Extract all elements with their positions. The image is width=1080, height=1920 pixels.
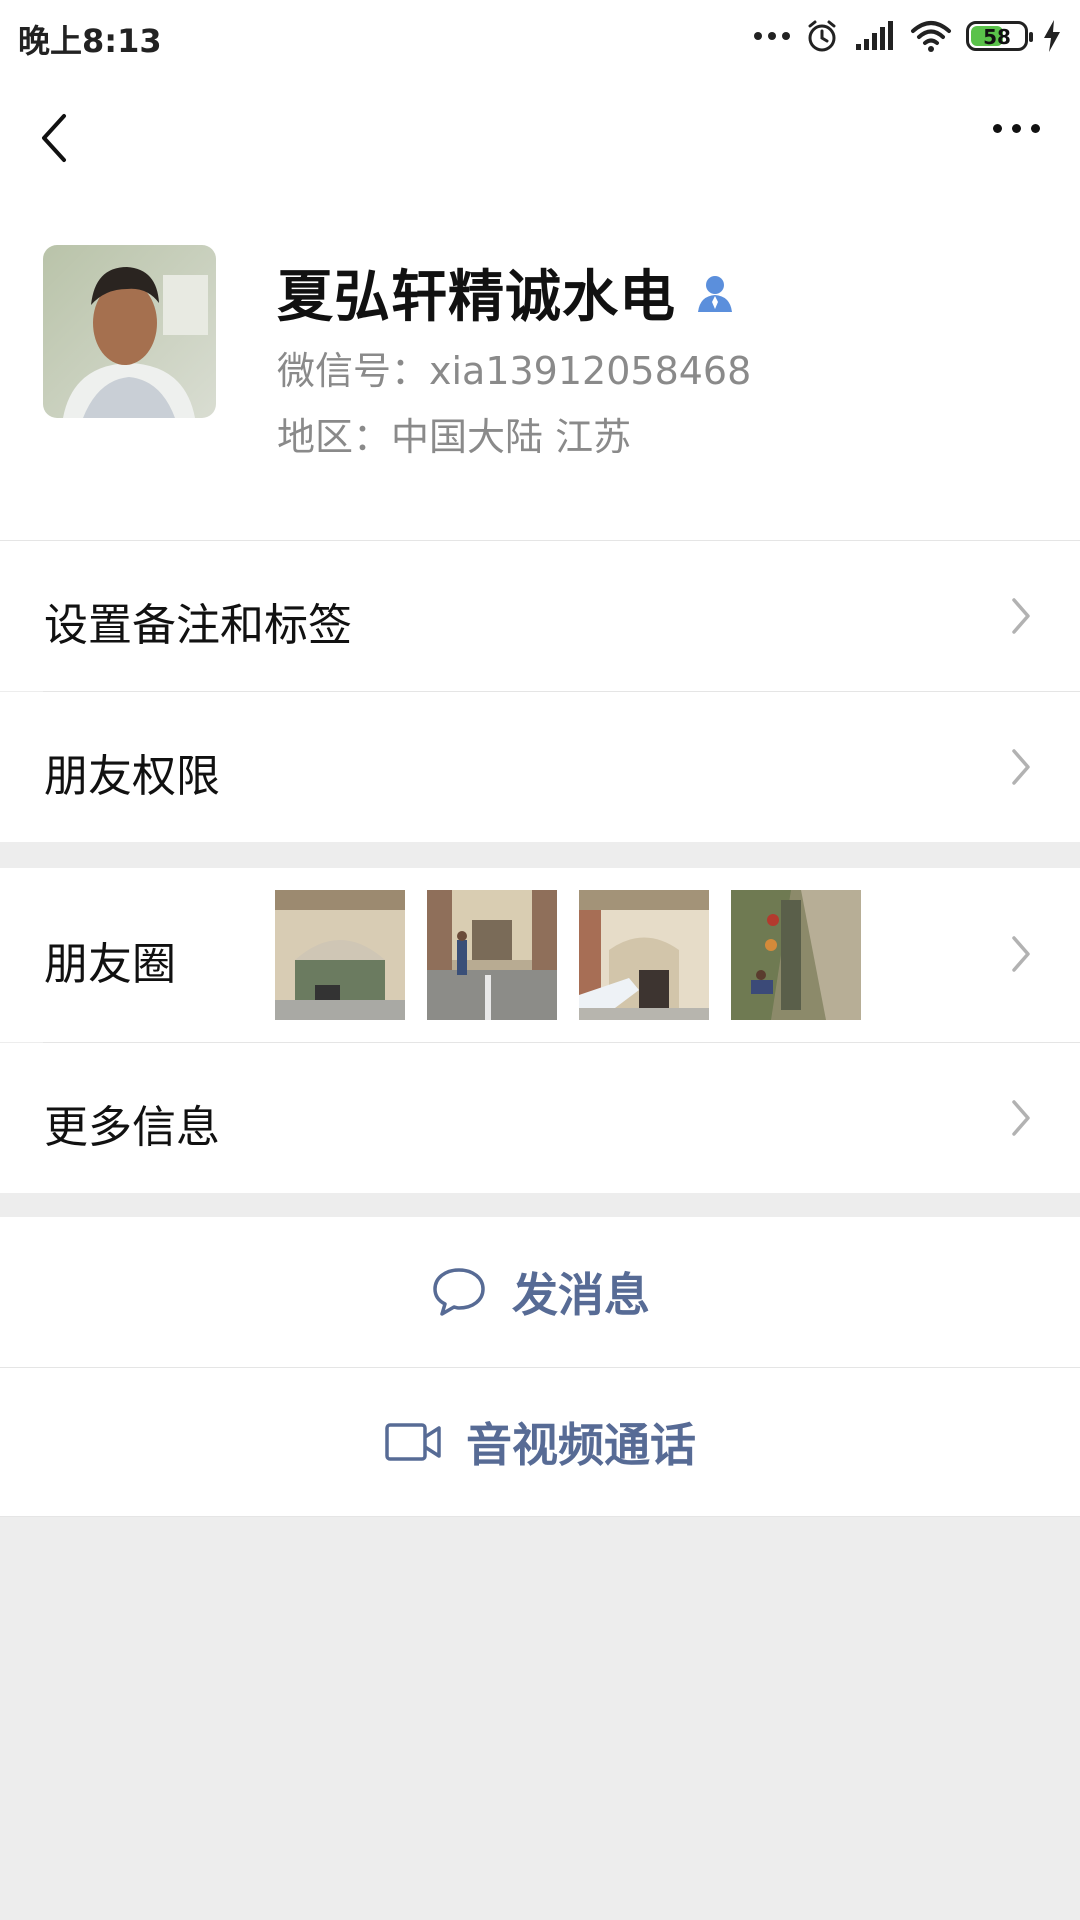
chevron-right-icon bbox=[1012, 598, 1030, 634]
wifi-icon bbox=[911, 21, 951, 52]
status-icons: 58 bbox=[754, 16, 1062, 56]
more-horizontal-icon[interactable] bbox=[993, 124, 1040, 133]
send-message-label: 发消息 bbox=[512, 1268, 650, 1322]
moments-photo[interactable] bbox=[275, 890, 405, 1020]
chevron-left-icon[interactable] bbox=[30, 108, 80, 168]
signal-icon bbox=[856, 21, 893, 50]
status-time: 晚上8:13 bbox=[18, 22, 162, 60]
contact-person-icon bbox=[698, 275, 732, 312]
moments-thumbnails bbox=[275, 890, 861, 1020]
av-call-button[interactable]: 音视频通话 bbox=[0, 1368, 1080, 1516]
moments-photo[interactable] bbox=[427, 890, 557, 1020]
moments-photo[interactable] bbox=[579, 890, 709, 1020]
cell-friend-permissions[interactable]: 朋友权限 bbox=[0, 692, 1080, 842]
chevron-right-icon bbox=[1012, 1100, 1030, 1136]
divider bbox=[0, 1516, 1080, 1517]
cell-remark-tags-label: 设置备注和标签 bbox=[44, 600, 352, 651]
profile-header: 夏弘轩精诚水电 微信号：xia13912058468 地区：中国大陆 江苏 bbox=[0, 202, 1080, 540]
nav-bar bbox=[0, 72, 1080, 202]
status-bar: 晚上8:13 58 bbox=[0, 0, 1080, 72]
avatar[interactable] bbox=[43, 245, 216, 418]
region: 地区：中国大陆 江苏 bbox=[277, 415, 632, 459]
name-row: 夏弘轩精诚水电 bbox=[277, 252, 736, 333]
send-message-button[interactable]: 发消息 bbox=[0, 1217, 1080, 1367]
chevron-right-icon bbox=[1012, 936, 1030, 972]
contact-name: 夏弘轩精诚水电 bbox=[277, 265, 676, 330]
cell-moments-label: 朋友圈 bbox=[44, 939, 176, 990]
chevron-right-icon bbox=[1012, 749, 1030, 785]
moments-photo[interactable] bbox=[731, 890, 861, 1020]
cell-more-info[interactable]: 更多信息 bbox=[0, 1043, 1080, 1193]
more-dots-icon bbox=[754, 32, 790, 40]
cell-friend-permissions-label: 朋友权限 bbox=[44, 751, 220, 802]
chat-bubble-icon bbox=[433, 1268, 485, 1316]
cell-moments[interactable]: 朋友圈 bbox=[0, 868, 1080, 1042]
wechat-id: 微信号：xia13912058468 bbox=[277, 349, 752, 393]
av-call-label: 音视频通话 bbox=[466, 1418, 696, 1472]
battery-icon: 58 bbox=[966, 21, 1033, 51]
charging-icon bbox=[1044, 20, 1060, 52]
battery-level: 58 bbox=[983, 25, 1011, 49]
cell-more-info-label: 更多信息 bbox=[44, 1102, 220, 1153]
video-camera-icon bbox=[385, 1423, 441, 1461]
alarm-icon bbox=[808, 20, 836, 52]
cell-remark-tags[interactable]: 设置备注和标签 bbox=[0, 541, 1080, 691]
